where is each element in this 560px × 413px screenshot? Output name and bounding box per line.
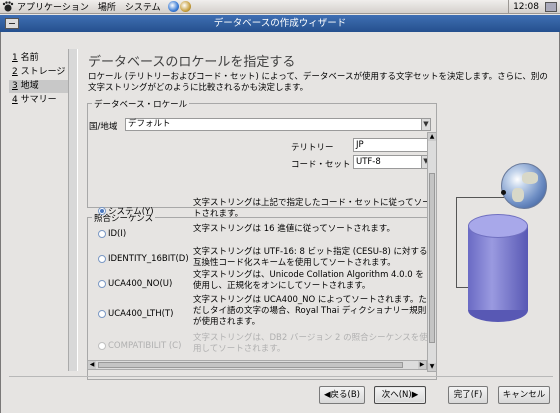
launcher-icons [167, 1, 191, 12]
radio-description: 文字ストリングは、DB2 バージョン 2 の照合シーケンスを使用してソートされま… [193, 333, 428, 354]
clock[interactable]: 12:08 [513, 2, 539, 12]
step-number: 2 [12, 67, 18, 77]
browser-icon[interactable] [167, 1, 179, 12]
gnome-foot-icon[interactable] [2, 1, 14, 12]
step-name[interactable]: 1 名前 [9, 52, 69, 65]
scroll-down-icon[interactable]: ▼ [428, 363, 436, 371]
region-dropdown[interactable]: デフォルト ▼ [125, 118, 431, 131]
radio-compatibility[interactable]: COMPATIBILIT (C) [98, 341, 181, 351]
connector-line [456, 197, 457, 287]
panel-separator [508, 0, 510, 13]
codeset-dropdown[interactable]: UTF-8 ▼ [353, 155, 431, 169]
radio-id[interactable]: ID(I) [98, 229, 126, 239]
territory-input[interactable]: JP [353, 138, 431, 152]
codeset-value: UTF-8 [356, 157, 381, 167]
step-label: 地域 [20, 81, 39, 91]
radio-identity16bit[interactable]: IDENTITY_16BIT(D) [98, 254, 189, 264]
step-number: 3 [12, 81, 18, 91]
scroll-left-icon[interactable]: ◀ [88, 361, 96, 369]
menu-places[interactable]: 場所 [98, 0, 116, 13]
step-storage[interactable]: 2 ストレージ [9, 66, 69, 79]
radio-label: ID(I) [108, 229, 127, 239]
step-list-scrollbar[interactable] [68, 49, 78, 371]
database-icon [468, 214, 528, 324]
menu-system[interactable]: システム [125, 0, 161, 13]
bottom-separator [9, 376, 553, 377]
step-number: 1 [12, 53, 18, 63]
radio-uca400-no[interactable]: UCA400_NO(U) [98, 279, 172, 289]
step-label: サマリー [20, 95, 57, 105]
chevron-down-icon[interactable]: ▼ [421, 119, 430, 130]
cancel-button[interactable]: キャンセル [498, 386, 550, 404]
top-panel: アプリケーション 場所 システム 12:08 [0, 0, 560, 14]
pin-icon [501, 190, 506, 195]
scroll-thumb[interactable] [98, 362, 403, 368]
territory-label: テリトリー [291, 143, 334, 153]
page-description: ロケール (テリトリーおよびコード・セット) によって、データベースが使用する文… [88, 72, 548, 93]
radio-label: システム(Y) [108, 207, 154, 217]
radio-icon [98, 280, 106, 288]
radio-label: COMPATIBILIT (C) [108, 341, 182, 351]
workspace-icon[interactable] [545, 1, 557, 12]
step-list: 1 名前 2 ストレージ 3 地域 4 サマリー [9, 52, 69, 108]
radio-description: 文字ストリングは、Unicode Collation Algorithm 4.0… [193, 270, 424, 291]
scroll-right-icon[interactable]: ▶ [418, 361, 426, 369]
connector-line [456, 287, 468, 288]
radio-icon [98, 207, 106, 215]
radio-description: 文字ストリングは 16 進値に従ってソートされます。 [193, 224, 395, 234]
vertical-scrollbar[interactable]: ▲ ▼ [427, 132, 437, 372]
radio-label: UCA400_NO(U) [108, 279, 173, 289]
radio-uca400-lth[interactable]: UCA400_LTH(T) [98, 309, 173, 319]
finish-button[interactable]: 完了(F) [448, 386, 488, 404]
menu-applications[interactable]: アプリケーション [17, 0, 89, 13]
locale-group-title: データベース・ロケール [92, 98, 190, 110]
radio-description: 文字ストリングは上記で指定したコード・セットに従ってソートされます。 [193, 198, 431, 219]
globe-icon [501, 163, 547, 209]
step-number: 4 [12, 95, 18, 105]
window-titlebar[interactable]: データベースの作成ウィザード [0, 15, 560, 32]
step-label: ストレージ [20, 67, 66, 77]
region-value: デフォルト [128, 119, 171, 129]
region-label: 国/地域 [89, 122, 118, 132]
radio-icon [98, 255, 106, 263]
panel-right-area: 12:08 [508, 0, 560, 13]
mail-icon[interactable] [179, 1, 191, 12]
radio-icon [98, 342, 106, 350]
back-button[interactable]: ◀戻る(B) [319, 386, 365, 404]
scroll-up-icon[interactable]: ▲ [428, 133, 436, 141]
radio-system[interactable]: システム(Y) [98, 205, 154, 217]
radio-label: UCA400_LTH(T) [108, 309, 174, 319]
horizontal-scrollbar[interactable]: ◀ ▶ [87, 360, 427, 370]
radio-icon [98, 230, 106, 238]
next-button[interactable]: 次へ(N)▶ [374, 386, 426, 404]
codeset-label: コード・セット [291, 160, 351, 170]
radio-description: 文字ストリングは UCA400_NO によってソートされます。ただしタイ語の文字… [193, 295, 427, 327]
connector-line [456, 197, 504, 198]
window-title: データベースの作成ウィザード [213, 18, 347, 29]
radio-description: 文字ストリングは UTF-16: 8 ビット指定 (CESU-8) に対する互換… [193, 247, 428, 268]
step-region[interactable]: 3 地域 [9, 80, 69, 93]
radio-label: IDENTITY_16BIT(D) [108, 254, 189, 264]
step-summary[interactable]: 4 サマリー [9, 94, 69, 107]
step-label: 名前 [20, 53, 39, 63]
radio-icon [98, 310, 106, 318]
window-menu-icon[interactable] [5, 18, 19, 29]
page-title: データベースのロケールを指定する [88, 55, 296, 70]
scroll-thumb[interactable] [429, 173, 435, 343]
wizard-window: 1 名前 2 ストレージ 3 地域 4 サマリー データベースのロケールを指定す… [0, 32, 560, 413]
